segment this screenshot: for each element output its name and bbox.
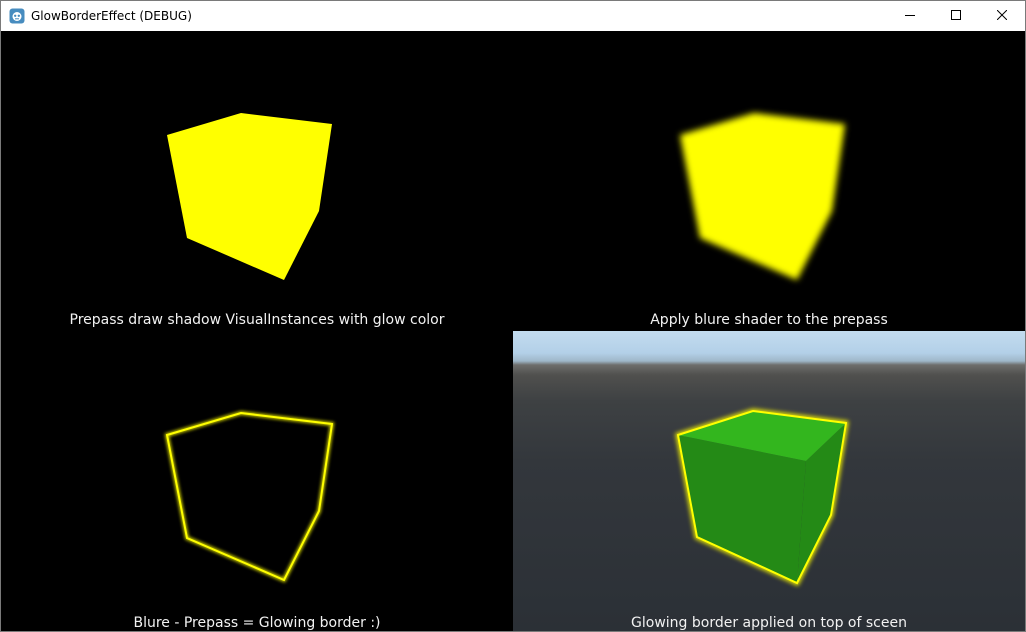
minimize-button[interactable] bbox=[887, 1, 933, 31]
title-bar[interactable]: GlowBorderEffect (DEBUG) bbox=[1, 1, 1025, 31]
game-viewport[interactable]: Prepass draw shadow VisualInstances with… bbox=[1, 31, 1025, 631]
prepass-cube-render bbox=[167, 113, 332, 280]
maximize-button[interactable] bbox=[933, 1, 979, 31]
maximize-icon bbox=[951, 9, 961, 23]
window-controls bbox=[887, 1, 1025, 31]
close-icon bbox=[996, 9, 1008, 23]
final-caption: Glowing border applied on top of sceen bbox=[631, 615, 907, 631]
blur-panel: Apply blure shader to the prepass bbox=[513, 31, 1025, 331]
border-caption: Blure - Prepass = Glowing border :) bbox=[133, 615, 381, 631]
prepass-cube bbox=[167, 113, 332, 280]
glow-border bbox=[165, 411, 334, 582]
cube-side-face bbox=[678, 435, 806, 583]
godot-engine-icon bbox=[9, 8, 25, 24]
glow-border-halo bbox=[164, 410, 335, 583]
final-panel: Glowing border applied on top of sceen bbox=[513, 331, 1025, 631]
blurred-cube-render bbox=[680, 113, 845, 280]
app-window: GlowBorderEffect (DEBUG) Prepass draw sh… bbox=[0, 0, 1026, 632]
border-panel: Blure - Prepass = Glowing border :) bbox=[1, 331, 513, 631]
window-title: GlowBorderEffect (DEBUG) bbox=[31, 9, 192, 23]
blurred-cube bbox=[680, 113, 845, 280]
prepass-panel: Prepass draw shadow VisualInstances with… bbox=[1, 31, 513, 331]
blur-caption: Apply blure shader to the prepass bbox=[650, 312, 888, 328]
prepass-caption: Prepass draw shadow VisualInstances with… bbox=[69, 312, 445, 328]
close-button[interactable] bbox=[979, 1, 1025, 31]
minimize-icon bbox=[905, 9, 915, 23]
border-render bbox=[164, 410, 335, 583]
final-cube-render bbox=[675, 408, 849, 587]
